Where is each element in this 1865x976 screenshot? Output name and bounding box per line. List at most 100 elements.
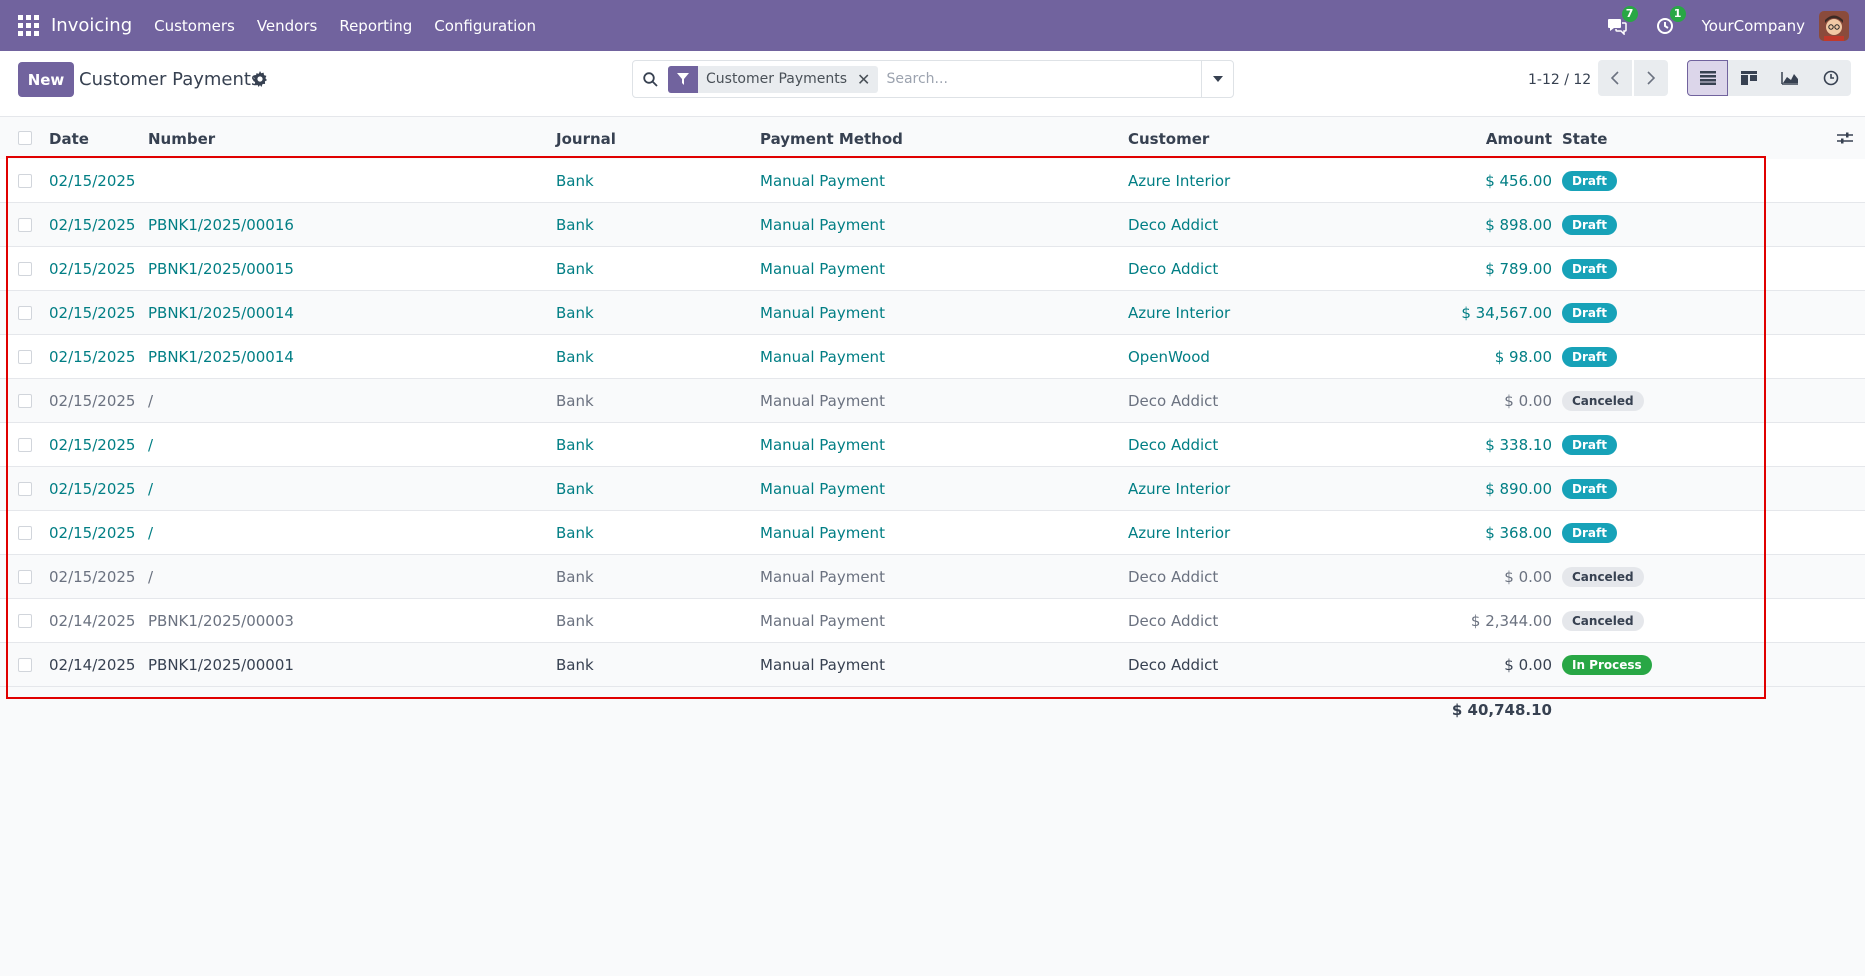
cell-state: In Process	[1562, 655, 1652, 675]
activities-button[interactable]: 1	[1654, 5, 1686, 37]
table-row[interactable]: 02/15/2025 PBNK1/2025/00014 Bank Manual Pay…	[0, 335, 1865, 379]
company-switcher[interactable]: YourCompany	[1702, 17, 1805, 35]
row-checkbox[interactable]	[18, 570, 32, 584]
search-options-toggle[interactable]	[1201, 61, 1233, 97]
control-panel: New Customer Payments Customer Payments …	[0, 51, 1865, 117]
activities-count-badge: 1	[1669, 5, 1686, 22]
cell-journal: Bank	[556, 612, 594, 630]
table-row[interactable]: 02/15/2025 / Bank Manual Payment Deco Addict…	[0, 555, 1865, 599]
list-view-button[interactable]	[1687, 60, 1728, 96]
cell-date: 02/15/2025	[49, 216, 136, 234]
table-row[interactable]: 02/15/2025 PBNK1/2025/00014 Bank Manual Pay…	[0, 291, 1865, 335]
cell-amount: $ 890.00	[1485, 480, 1552, 498]
cell-customer: Deco Addict	[1128, 612, 1219, 630]
row-checkbox[interactable]	[18, 526, 32, 540]
select-all-checkbox[interactable]	[18, 131, 32, 145]
cell-journal: Bank	[556, 260, 594, 278]
cell-customer: Deco Addict	[1128, 216, 1219, 234]
row-checkbox[interactable]	[18, 658, 32, 672]
cell-date: 02/15/2025	[49, 436, 136, 454]
column-header-number[interactable]: Number	[148, 130, 215, 148]
search-icon[interactable]	[633, 61, 667, 97]
cell-date: 02/15/2025	[49, 392, 136, 410]
cell-customer: Azure Interior	[1128, 304, 1231, 322]
avatar-icon	[1819, 10, 1849, 41]
gear-icon[interactable]	[252, 71, 268, 87]
search-input[interactable]	[886, 71, 1187, 87]
kanban-view-button[interactable]	[1728, 60, 1769, 96]
menu-reporting[interactable]: Reporting	[339, 17, 412, 35]
column-header-customer[interactable]: Customer	[1128, 130, 1209, 148]
cell-state: Draft	[1562, 523, 1617, 543]
apps-menu-button[interactable]	[0, 0, 56, 51]
row-checkbox[interactable]	[18, 350, 32, 364]
status-badge: Draft	[1562, 347, 1617, 367]
filter-facet: Customer Payments ✕	[668, 65, 879, 93]
table-row[interactable]: 02/15/2025 / Bank Manual Payment Azure Inter…	[0, 467, 1865, 511]
row-checkbox[interactable]	[18, 262, 32, 276]
table-row[interactable]: 02/15/2025 Bank Manual Payment Azure Interi…	[0, 159, 1865, 203]
status-badge: Draft	[1562, 259, 1617, 279]
table-row[interactable]: 02/15/2025 PBNK1/2025/00015 Bank Manual Pay…	[0, 247, 1865, 291]
new-button[interactable]: New	[18, 62, 74, 97]
table-row[interactable]: 02/15/2025 PBNK1/2025/00016 Bank Manual Pay…	[0, 203, 1865, 247]
table-row[interactable]: 02/15/2025 / Bank Manual Payment Deco Addict…	[0, 423, 1865, 467]
column-header-date[interactable]: Date	[49, 130, 89, 148]
app-name[interactable]: Invoicing	[51, 15, 132, 36]
cell-amount: $ 98.00	[1494, 348, 1552, 366]
cell-number: PBNK1/2025/00003	[148, 612, 294, 630]
pager-next-button[interactable]	[1634, 60, 1668, 96]
close-icon[interactable]: ✕	[857, 70, 878, 89]
cell-number: PBNK1/2025/00014	[148, 304, 294, 322]
cell-date: 02/15/2025	[49, 304, 136, 322]
optional-columns-icon[interactable]	[1837, 131, 1853, 145]
column-header-amount[interactable]: Amount	[1486, 130, 1552, 148]
table-row[interactable]: 02/14/2025 PBNK1/2025/00001 Bank Manual Pay…	[0, 643, 1865, 687]
row-checkbox[interactable]	[18, 218, 32, 232]
graph-view-button[interactable]	[1769, 60, 1810, 96]
cell-amount: $ 0.00	[1504, 568, 1552, 586]
grid-icon	[17, 15, 39, 36]
cell-state: Canceled	[1562, 567, 1644, 587]
menu-customers[interactable]: Customers	[154, 17, 235, 35]
pager-previous-button[interactable]	[1598, 60, 1632, 96]
status-badge: Draft	[1562, 435, 1617, 455]
row-checkbox[interactable]	[18, 482, 32, 496]
table-row[interactable]: 02/14/2025 PBNK1/2025/00003 Bank Manual Pay…	[0, 599, 1865, 643]
chevron-left-icon	[1611, 71, 1619, 85]
activity-view-button[interactable]	[1810, 60, 1851, 96]
status-badge: Draft	[1562, 523, 1617, 543]
cell-customer: Deco Addict	[1128, 656, 1219, 674]
row-checkbox[interactable]	[18, 306, 32, 320]
table-row[interactable]: 02/15/2025 / Bank Manual Payment Azure Inter…	[0, 511, 1865, 555]
menu-vendors[interactable]: Vendors	[257, 17, 318, 35]
area-chart-icon	[1780, 72, 1798, 85]
cell-number: PBNK1/2025/00014	[148, 348, 294, 366]
cell-amount: $ 456.00	[1485, 172, 1552, 190]
cell-customer: Deco Addict	[1128, 568, 1219, 586]
cell-payment-method: Manual Payment	[760, 392, 885, 410]
cell-payment-method: Manual Payment	[760, 348, 885, 366]
cell-amount: $ 789.00	[1485, 260, 1552, 278]
column-header-journal[interactable]: Journal	[556, 130, 616, 148]
cell-state: Draft	[1562, 347, 1617, 367]
row-checkbox[interactable]	[18, 438, 32, 452]
user-avatar[interactable]	[1819, 10, 1849, 41]
table-row[interactable]: 02/15/2025 / Bank Manual Payment Deco Addict…	[0, 379, 1865, 423]
pager-value[interactable]: 1-12 / 12	[1528, 72, 1591, 88]
cell-customer: Deco Addict	[1128, 436, 1219, 454]
cell-number: /	[148, 524, 154, 542]
cell-state: Draft	[1562, 259, 1617, 279]
cell-state: Draft	[1562, 303, 1617, 323]
cell-payment-method: Manual Payment	[760, 304, 885, 322]
row-checkbox[interactable]	[18, 174, 32, 188]
column-header-state[interactable]: State	[1562, 130, 1607, 148]
cell-payment-method: Manual Payment	[760, 568, 885, 586]
cell-amount: $ 368.00	[1485, 524, 1552, 542]
messages-button[interactable]: 7	[1606, 5, 1638, 37]
cell-customer: Deco Addict	[1128, 392, 1219, 410]
row-checkbox[interactable]	[18, 394, 32, 408]
column-header-payment-method[interactable]: Payment Method	[760, 130, 903, 148]
menu-configuration[interactable]: Configuration	[434, 17, 536, 35]
row-checkbox[interactable]	[18, 614, 32, 628]
